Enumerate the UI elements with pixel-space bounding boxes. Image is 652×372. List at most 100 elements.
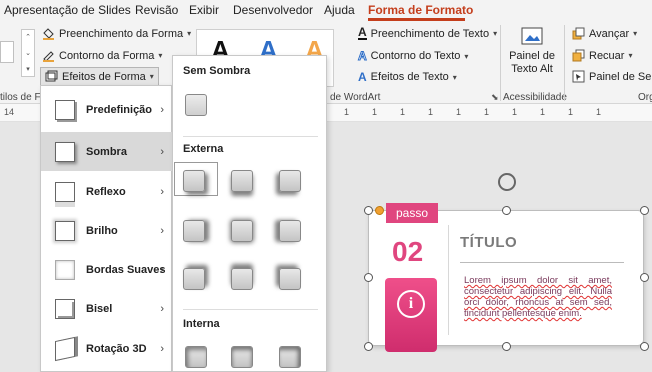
chevron-right-icon: › — [160, 145, 164, 158]
resize-handle-ne[interactable] — [640, 206, 649, 215]
shape-outline-button[interactable]: Contorno da Forma ▾ — [42, 49, 162, 62]
resize-handle-nw[interactable] — [364, 206, 373, 215]
shadow-option-outer[interactable] — [183, 220, 205, 242]
resize-handle-se[interactable] — [640, 342, 649, 351]
ruler-tick: 1 — [372, 107, 378, 117]
step-badge[interactable]: passo — [386, 203, 438, 223]
menu-item-label: Reflexo — [86, 185, 126, 198]
chevron-right-icon: › — [160, 185, 164, 198]
resize-handle-w[interactable] — [364, 273, 373, 282]
shape-effects-menu: Predefinição › Sombra › Reflexo › Brilho… — [40, 85, 172, 372]
tab-review[interactable]: Revisão — [135, 3, 178, 17]
menu-item-label: Bisel — [86, 302, 113, 315]
alt-text-label-1: Painel de — [509, 50, 555, 62]
shadow-option-outer[interactable] — [183, 170, 205, 192]
slide-title[interactable]: TÍTULO — [460, 234, 517, 251]
shape-effects-label: Efeitos de Forma — [62, 70, 146, 83]
tab-view[interactable]: Exibir — [189, 3, 219, 17]
chevron-right-icon: › — [160, 103, 164, 116]
chevron-down-icon: ▾ — [452, 72, 457, 82]
menu-item-reflection[interactable]: Reflexo › — [41, 172, 172, 211]
menu-item-label: Rotação 3D — [86, 342, 147, 355]
ruler-tick: 1 — [540, 107, 546, 117]
chevron-down-icon: ▾ — [493, 29, 498, 38]
soft-edges-icon — [55, 259, 75, 280]
send-backward-icon — [572, 49, 585, 62]
tab-help[interactable]: Ajuda — [324, 3, 355, 17]
chevron-down-icon: ▾ — [464, 51, 469, 61]
shadow-option-outer[interactable] — [183, 268, 205, 290]
text-fill-label: Preenchimento de Texto — [370, 27, 490, 40]
resize-handle-e[interactable] — [640, 273, 649, 282]
ruler-tick: 1 — [484, 107, 490, 117]
tab-shape-format[interactable]: Forma de Formato — [368, 3, 473, 17]
effects-icon — [45, 70, 58, 82]
divider — [183, 136, 318, 137]
adjust-handle[interactable] — [375, 206, 384, 215]
text-effects-icon: A — [358, 70, 367, 84]
preset-icon — [55, 99, 75, 120]
body-text[interactable]: Lorem ipsum dolor sit amet, consectetur … — [464, 275, 612, 319]
alt-text-label-2: Texto Alt — [511, 63, 553, 75]
text-effects-label: Efeitos de Texto — [370, 71, 449, 83]
shadow-option-outer[interactable] — [231, 170, 253, 192]
shadow-option-outer[interactable] — [231, 268, 253, 290]
info-icon: i — [397, 290, 425, 318]
chevron-down-icon: ▾ — [187, 29, 192, 38]
tab-slideshow[interactable]: Apresentação de Slides — [4, 3, 131, 17]
menu-item-soft-edges[interactable]: Bordas Suaves › — [41, 250, 172, 289]
text-outline-button[interactable]: A Contorno do Texto ▾ — [358, 49, 469, 64]
menu-item-label: Brilho — [86, 224, 118, 237]
rotate-handle-icon[interactable] — [498, 173, 516, 191]
info-block[interactable]: i — [385, 278, 437, 352]
shape-effects-button[interactable]: Efeitos de Forma ▾ — [40, 67, 159, 86]
shape-style-preview[interactable] — [0, 41, 14, 63]
menu-item-bevel[interactable]: Bisel › — [41, 289, 172, 328]
text-fill-button[interactable]: A Preenchimento de Texto ▾ — [358, 26, 498, 40]
shadow-option-outer[interactable] — [279, 268, 301, 290]
shape-fill-button[interactable]: Preenchimento da Forma ▾ — [42, 27, 191, 40]
ruler-tick: 1 — [512, 107, 518, 117]
shadow-option-inner[interactable] — [185, 346, 207, 368]
step-number[interactable]: 02 — [392, 236, 423, 268]
inner-shadow-header: Interna — [183, 318, 220, 330]
shadow-option-inner[interactable] — [231, 346, 253, 368]
resize-handle-sw[interactable] — [364, 342, 373, 351]
tab-developer[interactable]: Desenvolvedor — [233, 3, 313, 17]
arrange-group-label: Org — [638, 92, 652, 103]
group-divider — [500, 25, 501, 101]
shadow-option-inner[interactable] — [279, 346, 301, 368]
reflection-icon — [55, 181, 75, 202]
divider — [183, 309, 318, 310]
bevel-icon — [55, 298, 75, 319]
accessibility-group-label: Acessibilidade — [503, 92, 567, 103]
ruler-tick: 14 — [4, 107, 15, 117]
menu-item-preset[interactable]: Predefinição › — [41, 90, 172, 129]
send-backward-button[interactable]: Recuar ▾ — [572, 49, 632, 62]
alt-text-button[interactable]: Painel de Texto Alt — [508, 27, 556, 76]
menu-item-3d-rotation[interactable]: Rotação 3D › — [41, 329, 172, 368]
bring-forward-button[interactable]: Avançar ▾ — [572, 27, 637, 40]
chevron-right-icon: › — [160, 302, 164, 315]
shadow-option-outer[interactable] — [231, 220, 253, 242]
ruler-tick: 1 — [456, 107, 462, 117]
rotation-3d-icon — [55, 336, 75, 361]
shadow-option-outer[interactable] — [279, 170, 301, 192]
menu-item-shadow[interactable]: Sombra › — [41, 132, 172, 171]
dialog-launcher-icon[interactable]: ⬊ — [491, 92, 499, 103]
shadow-option-outer[interactable] — [279, 220, 301, 242]
shadow-gallery: Sem Sombra Externa Interna — [172, 55, 327, 372]
bring-forward-label: Avançar — [589, 27, 630, 40]
chevron-right-icon: › — [160, 224, 164, 237]
shadow-option-none[interactable] — [185, 94, 207, 116]
selection-pane-button[interactable]: Painel de Sele — [572, 70, 652, 83]
gallery-scroll[interactable]: ⌃ ⌄ ▾ — [21, 29, 35, 77]
text-effects-button[interactable]: A Efeitos de Texto ▾ — [358, 70, 457, 84]
menu-item-label: Bordas Suaves — [86, 263, 166, 276]
resize-handle-s[interactable] — [502, 342, 511, 351]
send-backward-label: Recuar — [589, 49, 625, 62]
resize-handle-n[interactable] — [502, 206, 511, 215]
text-outline-label: Contorno do Texto — [370, 50, 461, 62]
wordart-group-label: de WordArt — [330, 92, 381, 103]
menu-item-glow[interactable]: Brilho › — [41, 211, 172, 250]
